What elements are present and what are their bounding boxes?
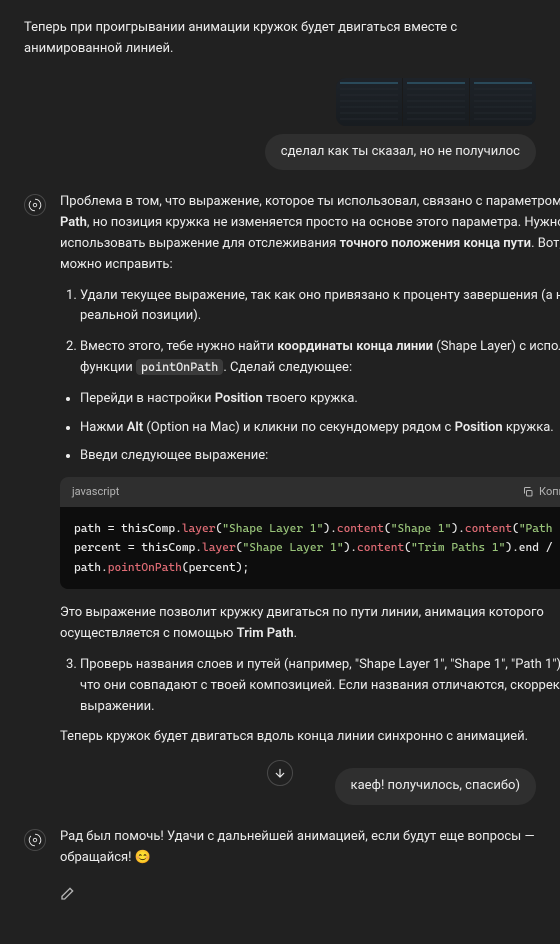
ordered-list: Проверь названия слоев и путей (например… (60, 655, 560, 717)
arrow-down-icon (273, 766, 287, 780)
ordered-list: Удали текущее выражение, так как оно при… (60, 286, 560, 379)
list-item: Удали текущее выражение, так как оно при… (80, 286, 560, 328)
list-item: Нажми Alt (Option на Mac) и кликни по се… (80, 418, 560, 439)
assistant-message: Рад был помочь! Удачи с дальнейшей анима… (24, 827, 536, 908)
assistant-text: Теперь при проигрывании анимации кружок … (24, 18, 536, 60)
code-lang-label: javascript (72, 483, 119, 501)
user-message: сделал как ты сказал, но не получилос (24, 78, 536, 171)
code-header: javascript Копировать код (60, 477, 560, 507)
user-bubble: сделал как ты сказал, но не получилос (265, 134, 536, 171)
assistant-avatar-icon (24, 829, 46, 851)
list-item: Введи следующее выражение: (80, 446, 560, 467)
list-item: Проверь названия слоев и путей (например… (80, 655, 560, 717)
copy-code-button[interactable]: Копировать код (522, 483, 560, 501)
bullet-list: Перейди в настройки Position твоего круж… (60, 389, 560, 467)
paragraph: Это выражение позволит кружку двигаться … (60, 603, 560, 645)
scroll-down-button[interactable] (267, 760, 293, 786)
assistant-message: Теперь при проигрывании анимации кружок … (24, 18, 536, 60)
paragraph: Теперь кружок будет двигаться вдоль конц… (60, 727, 560, 748)
list-item: Перейди в настройки Position твоего круж… (80, 389, 560, 410)
code-content[interactable]: path = thisComp.layer("Shape Layer 1").c… (60, 507, 560, 590)
image-attachment[interactable] (336, 78, 536, 126)
edit-icon[interactable] (60, 885, 76, 901)
paragraph: Проблема в том, что выражение, которое т… (60, 192, 560, 275)
copy-icon (522, 486, 534, 498)
assistant-avatar-icon (24, 194, 46, 216)
assistant-message: Проблема в том, что выражение, которое т… (24, 192, 536, 758)
list-item: Вместо этого, тебе нужно найти координат… (80, 337, 560, 379)
user-bubble: каеф! получилось, спасибо) (335, 768, 536, 805)
code-block: javascript Копировать код path = thisCom… (60, 477, 560, 589)
assistant-text: Рад был помочь! Удачи с дальнейшей анима… (60, 827, 536, 869)
inline-code: pointOnPath (136, 359, 223, 375)
